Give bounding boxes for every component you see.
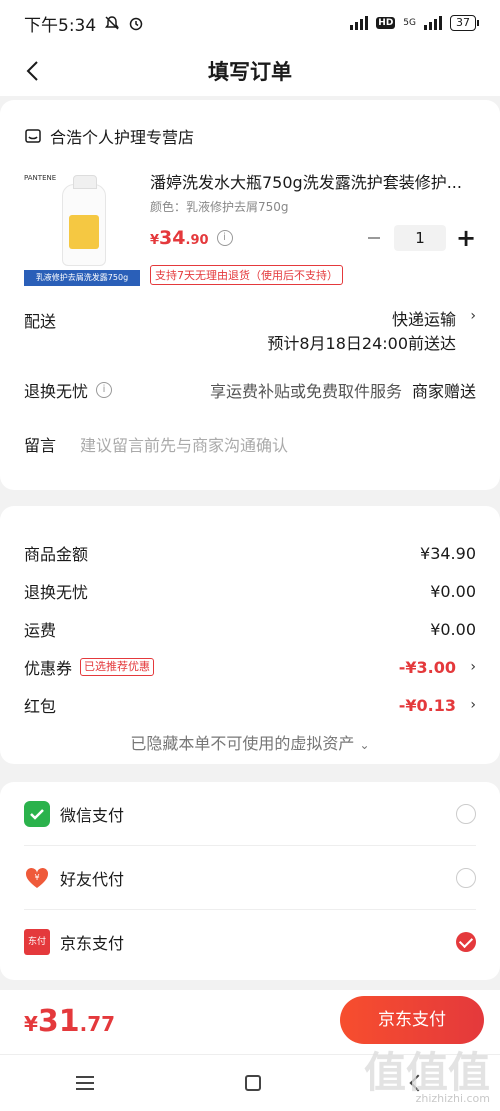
- coupon-label: 优惠券: [24, 659, 73, 678]
- shop-header[interactable]: 合浩个人护理专营店: [24, 114, 476, 158]
- increase-button[interactable]: +: [456, 224, 476, 252]
- shipping-label: 运费: [24, 621, 57, 640]
- goods-amount-value: ¥34.90: [420, 543, 476, 563]
- home-icon[interactable]: [244, 1075, 261, 1091]
- network-type: 5G: [403, 18, 416, 28]
- decrease-button[interactable]: [364, 228, 384, 248]
- radio-button-selected[interactable]: [456, 932, 476, 952]
- store-icon: [25, 129, 41, 143]
- product-image-caption: 乳液修护去屑洗发露750g: [24, 270, 140, 286]
- nav-bar: 填写订单: [0, 46, 500, 96]
- chevron-right-icon: ›: [470, 697, 476, 713]
- quantity-stepper: 1 +: [364, 224, 476, 252]
- shipping-value: ¥0.00: [430, 619, 476, 639]
- shipping-row: 运费 ¥0.00: [24, 610, 476, 648]
- product-spec[interactable]: 颜色：乳液修护去屑750g: [150, 198, 476, 215]
- chevron-down-icon: ⌄: [359, 738, 370, 752]
- redpacket-value: -¥0.13: [398, 695, 456, 715]
- redpacket-label: 红包: [24, 697, 57, 716]
- radio-button[interactable]: [456, 803, 476, 824]
- product-item: PANTENE 乳液修护去屑洗发露750g 潘婷洗发水大瓶750g洗发露洗护套装…: [24, 172, 476, 290]
- jd-pay-icon: 东付: [24, 929, 50, 955]
- signal-icon-2: [424, 16, 442, 30]
- payment-option-label: 京东支付: [60, 934, 125, 953]
- delivery-eta: 预计8月18日24:00前送达: [267, 334, 456, 353]
- order-card: 合浩个人护理专营店 PANTENE 乳液修护去屑洗发露750g 潘婷洗发水大瓶7…: [0, 100, 500, 490]
- battery-icon: 37: [450, 15, 479, 31]
- message-label: 留言: [24, 436, 57, 455]
- refund-label: 退换无忧: [24, 382, 89, 401]
- submit-pay-button[interactable]: 京东支付: [340, 996, 484, 1044]
- svg-text:¥: ¥: [34, 873, 39, 882]
- price-summary-card: 商品金额 ¥34.90 退换无忧 ¥0.00 运费 ¥0.00 优惠券 已选推荐优…: [0, 506, 500, 764]
- wechat-pay-icon: [24, 800, 50, 827]
- checkout-footer: ¥31.77 京东支付 值值值 zhizhizhi.com: [0, 990, 500, 1111]
- status-bar: 下午5:34 HD 5G 37: [0, 0, 500, 46]
- delivery-row[interactable]: 配送 快递运输 预计8月18日24:00前送达 ›: [24, 308, 476, 356]
- payment-option-label: 好友代付: [60, 869, 125, 889]
- goods-amount-label: 商品金额: [24, 545, 89, 564]
- watermark-text: 值值值: [363, 1048, 490, 1097]
- redpacket-row[interactable]: 红包 -¥0.13 ›: [24, 686, 476, 724]
- coupon-tag: 已选推荐优惠: [80, 658, 155, 676]
- delivery-label: 配送: [24, 312, 57, 331]
- signal-icon: [350, 16, 369, 30]
- message-input[interactable]: 建议留言前先与商家沟通确认: [80, 432, 288, 456]
- product-brand: PANTENE: [24, 174, 57, 182]
- quantity-input[interactable]: 1: [394, 225, 446, 251]
- coupon-row[interactable]: 优惠券 已选推荐优惠 -¥3.00 ›: [24, 648, 476, 686]
- message-row[interactable]: 留言 建议留言前先与商家沟通确认: [24, 432, 476, 456]
- shampoo-bottle-icon: [62, 175, 106, 266]
- mute-bell-icon: [105, 16, 120, 30]
- refund-gift: 商家赠送: [411, 382, 476, 401]
- back-arrow-icon[interactable]: [22, 59, 46, 83]
- payment-card: 微信支付 ¥ 好友代付 东付 京东支付: [0, 782, 500, 980]
- chevron-right-icon: ›: [470, 308, 476, 324]
- friend-pay-icon: ¥: [25, 867, 49, 888]
- page-title: 填写订单: [208, 60, 292, 84]
- status-time: 下午5:34: [24, 15, 97, 36]
- hidden-assets-toggle[interactable]: 已隐藏本单不可使用的虚拟资产 ⌄: [24, 730, 476, 754]
- refund-fee-value: ¥0.00: [430, 581, 476, 601]
- price-info-icon[interactable]: i: [216, 230, 233, 246]
- return-policy-tag: 支持7天无理由退货（使用后不支持）: [150, 265, 343, 285]
- hd-badge: HD: [376, 17, 396, 29]
- refund-row[interactable]: 退换无忧 i 享运费补贴或免费取件服务 商家赠送: [24, 378, 476, 402]
- alarm-clock-icon: [129, 17, 143, 31]
- product-price: ¥34.90: [150, 227, 209, 249]
- shop-name: 合浩个人护理专营店: [50, 128, 195, 147]
- payment-option-label: 微信支付: [60, 805, 125, 825]
- total-price: ¥31.77: [24, 1004, 116, 1039]
- product-image[interactable]: PANTENE 乳液修护去屑洗发露750g: [24, 172, 140, 290]
- refund-fee-row: 退换无忧 ¥0.00: [24, 572, 476, 610]
- payment-option-jd[interactable]: 东付 京东支付: [24, 910, 476, 974]
- hidden-assets-note: 已隐藏本单不可使用的虚拟资产: [130, 734, 355, 753]
- watermark: 值值值 zhizhizhi.com: [364, 1052, 490, 1105]
- menu-icon[interactable]: [75, 1076, 94, 1090]
- delivery-method: 快递运输: [391, 310, 456, 329]
- coupon-value: -¥3.00: [398, 657, 456, 677]
- refund-fee-label: 退换无忧: [24, 583, 89, 602]
- payment-option-friend[interactable]: ¥ 好友代付: [24, 846, 476, 910]
- goods-amount-row: 商品金额 ¥34.90: [24, 534, 476, 572]
- product-name[interactable]: 潘婷洗发水大瓶750g洗发露洗护套装修护...: [150, 172, 476, 194]
- payment-option-wechat[interactable]: 微信支付: [24, 782, 476, 846]
- radio-button[interactable]: [456, 867, 476, 888]
- refund-info-icon[interactable]: i: [96, 382, 113, 398]
- refund-desc: 享运费补贴或免费取件服务: [209, 382, 402, 401]
- chevron-right-icon: ›: [470, 659, 476, 675]
